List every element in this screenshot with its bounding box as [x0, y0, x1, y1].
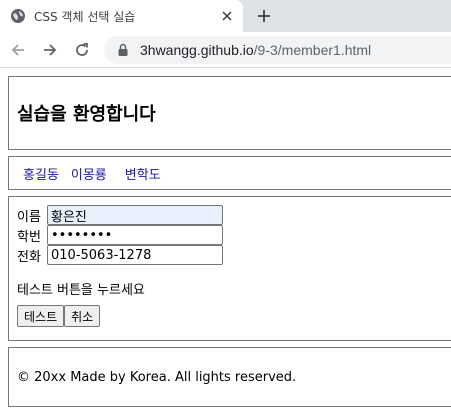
phone-input[interactable]: [47, 245, 223, 265]
nav-link-byun[interactable]: 변학도: [125, 164, 161, 183]
browser-tabstrip: CSS 객체 선택 실습: [0, 0, 451, 32]
phone-row: 전화: [17, 245, 443, 265]
back-arrow-icon[interactable]: [4, 36, 32, 64]
reload-icon[interactable]: [68, 36, 96, 64]
form-section: 이름 학번 전화 테스트 버튼을 누르세요 테스트 취소: [8, 196, 451, 341]
name-input[interactable]: [47, 205, 223, 225]
name-row: 이름: [17, 205, 443, 225]
phone-label: 전화: [17, 249, 41, 265]
new-tab-icon[interactable]: [250, 4, 278, 28]
nav-link-hong[interactable]: 홍길동: [23, 164, 59, 183]
page-title: 실습을 환영합니다: [17, 104, 156, 125]
lock-icon[interactable]: [116, 43, 130, 57]
address-bar[interactable]: 3hwangg.github.io/9-3/member1.html: [104, 35, 451, 64]
close-tab-icon[interactable]: [215, 4, 239, 28]
page-content: 실습을 환영합니다 홍길동 이몽룡 변학도 이름 학번 전화 테스트 버튼을 누…: [0, 68, 451, 407]
id-row: 학번: [17, 225, 443, 245]
nav-link-lee[interactable]: 이몽룡: [71, 164, 107, 183]
hint-text: 테스트 버튼을 누르세요: [17, 283, 145, 298]
test-button[interactable]: 테스트: [17, 305, 65, 327]
browser-toolbar: 3hwangg.github.io/9-3/member1.html: [0, 32, 451, 68]
footer-section: © 20xx Made by Korea. All lights reserve…: [8, 347, 451, 407]
header-section: 실습을 환영합니다: [8, 76, 451, 150]
url-text: 3hwangg.github.io/9-3/member1.html: [140, 42, 371, 58]
browser-tab[interactable]: CSS 객체 선택 실습: [0, 0, 243, 32]
url-path: /9-3/member1.html: [253, 41, 372, 58]
id-label: 학번: [17, 229, 41, 245]
globe-icon: [11, 9, 25, 23]
footer-text: © 20xx Made by Korea. All lights reserve…: [17, 369, 297, 385]
name-label: 이름: [17, 209, 41, 225]
cancel-button[interactable]: 취소: [64, 305, 101, 327]
forward-arrow-icon[interactable]: [36, 36, 64, 64]
tab-title: CSS 객체 선택 실습: [34, 9, 136, 24]
id-password-input[interactable]: [47, 225, 223, 245]
nav-section: 홍길동 이몽룡 변학도: [8, 156, 451, 190]
url-host: 3hwangg.github.io: [140, 41, 254, 58]
button-group: 테스트 취소: [17, 305, 443, 327]
